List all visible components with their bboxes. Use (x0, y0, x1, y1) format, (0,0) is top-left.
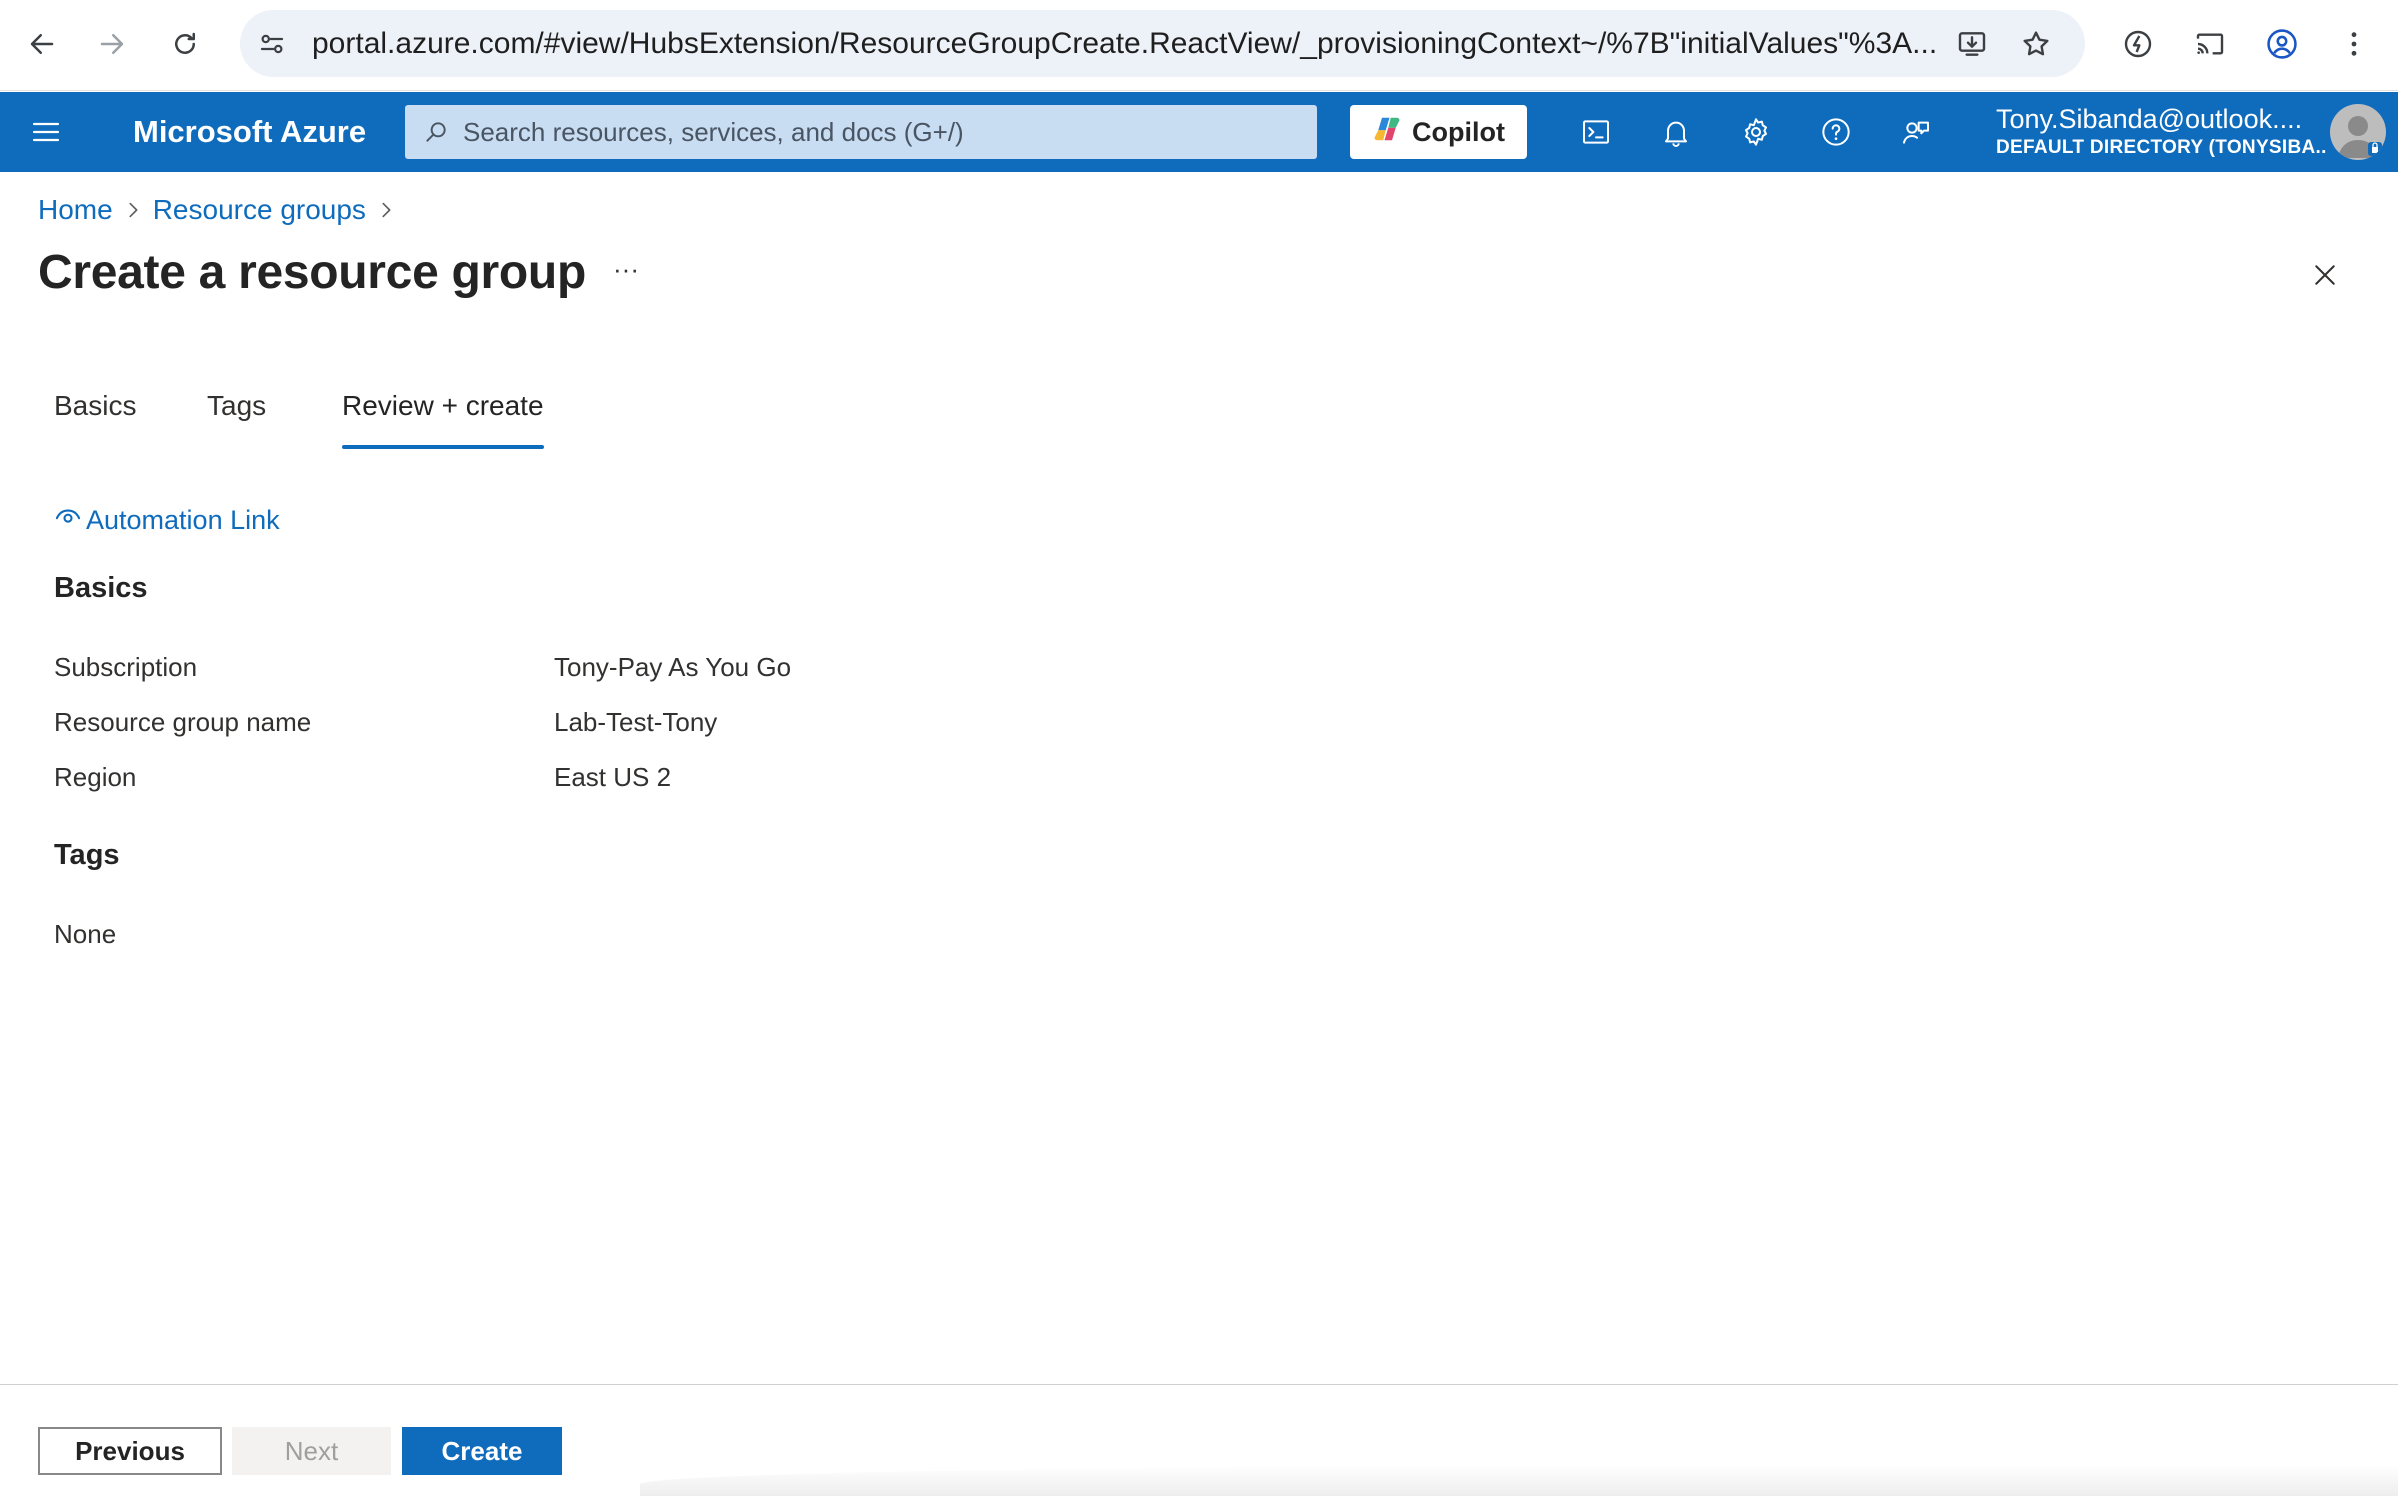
performance-icon[interactable] (2118, 24, 2158, 64)
next-button[interactable]: Next (232, 1427, 391, 1475)
subscription-label: Subscription (54, 652, 198, 682)
copilot-button[interactable]: Copilot (1350, 105, 1527, 159)
region-value: East US 2 (554, 762, 672, 792)
tags-value: None (54, 919, 117, 949)
account-directory: DEFAULT DIRECTORY (TONYSIBA... (1996, 137, 2326, 158)
resource-group-name-value: Lab-Test-Tony (554, 707, 718, 737)
breadcrumb-home-link[interactable]: Home (38, 194, 113, 226)
site-settings-icon[interactable] (254, 26, 290, 62)
settings-gear-icon[interactable] (1736, 112, 1776, 152)
tab-review-create[interactable]: Review + create (342, 390, 544, 450)
chevron-right-icon (366, 195, 406, 225)
profile-icon[interactable] (2262, 24, 2302, 64)
breadcrumb: Home Resource groups (38, 190, 406, 230)
breadcrumb-resource-groups-link[interactable]: Resource groups (153, 194, 366, 226)
region-label: Region (54, 762, 137, 792)
automation-link[interactable]: Automation Link (54, 503, 280, 538)
chrome-menu-icon[interactable] (2334, 24, 2374, 64)
resource-group-name-label: Resource group name (54, 707, 312, 737)
address-bar[interactable]: portal.azure.com/#view/HubsExtension/Res… (240, 10, 2085, 77)
footer-shadow (640, 1465, 2398, 1496)
brand-title[interactable]: Microsoft Azure (133, 92, 366, 172)
create-button[interactable]: Create (402, 1427, 562, 1475)
cloud-shell-icon[interactable] (1576, 112, 1616, 152)
portal-menu-icon[interactable] (24, 112, 68, 152)
search-icon (421, 117, 451, 147)
tab-basics[interactable]: Basics (54, 390, 136, 450)
global-search[interactable] (405, 105, 1317, 159)
more-options-button[interactable]: ··· (608, 256, 644, 286)
chevron-right-icon (113, 195, 153, 225)
reload-icon[interactable] (165, 24, 205, 64)
search-input[interactable] (463, 105, 1303, 159)
tab-tags[interactable]: Tags (207, 390, 266, 450)
bookmark-star-icon[interactable] (2018, 26, 2054, 62)
copilot-icon (1372, 114, 1402, 151)
url-text[interactable]: portal.azure.com/#view/HubsExtension/Res… (312, 10, 1982, 77)
account-manager[interactable]: Tony.Sibanda@outlook.... DEFAULT DIRECTO… (1996, 102, 2326, 160)
browser-toolbar: portal.azure.com/#view/HubsExtension/Res… (0, 0, 2398, 91)
subscription-value: Tony-Pay As You Go (554, 652, 792, 682)
avatar[interactable] (2330, 104, 2386, 160)
forward-icon[interactable] (92, 24, 132, 64)
feedback-icon[interactable] (1896, 112, 1936, 152)
wizard-footer: Previous Next Create (0, 1384, 2398, 1496)
cast-icon[interactable] (2190, 24, 2230, 64)
active-tab-indicator (342, 445, 544, 449)
page-title: Create a resource group (38, 246, 586, 299)
install-app-icon[interactable] (1954, 26, 1990, 62)
previous-button[interactable]: Previous (38, 1427, 222, 1475)
eye-icon (54, 503, 82, 538)
tags-heading: Tags (54, 839, 120, 871)
basics-heading: Basics (54, 572, 148, 604)
help-icon[interactable] (1816, 112, 1856, 152)
copilot-label: Copilot (1412, 116, 1505, 147)
automation-link-label: Automation Link (86, 505, 280, 535)
account-name: Tony.Sibanda@outlook.... (1996, 104, 2303, 134)
back-icon[interactable] (22, 24, 62, 64)
close-icon[interactable] (2305, 255, 2345, 295)
azure-top-bar: Microsoft Azure Copilot Tony.Sibanda@out (0, 92, 2398, 172)
notifications-bell-icon[interactable] (1656, 112, 1696, 152)
